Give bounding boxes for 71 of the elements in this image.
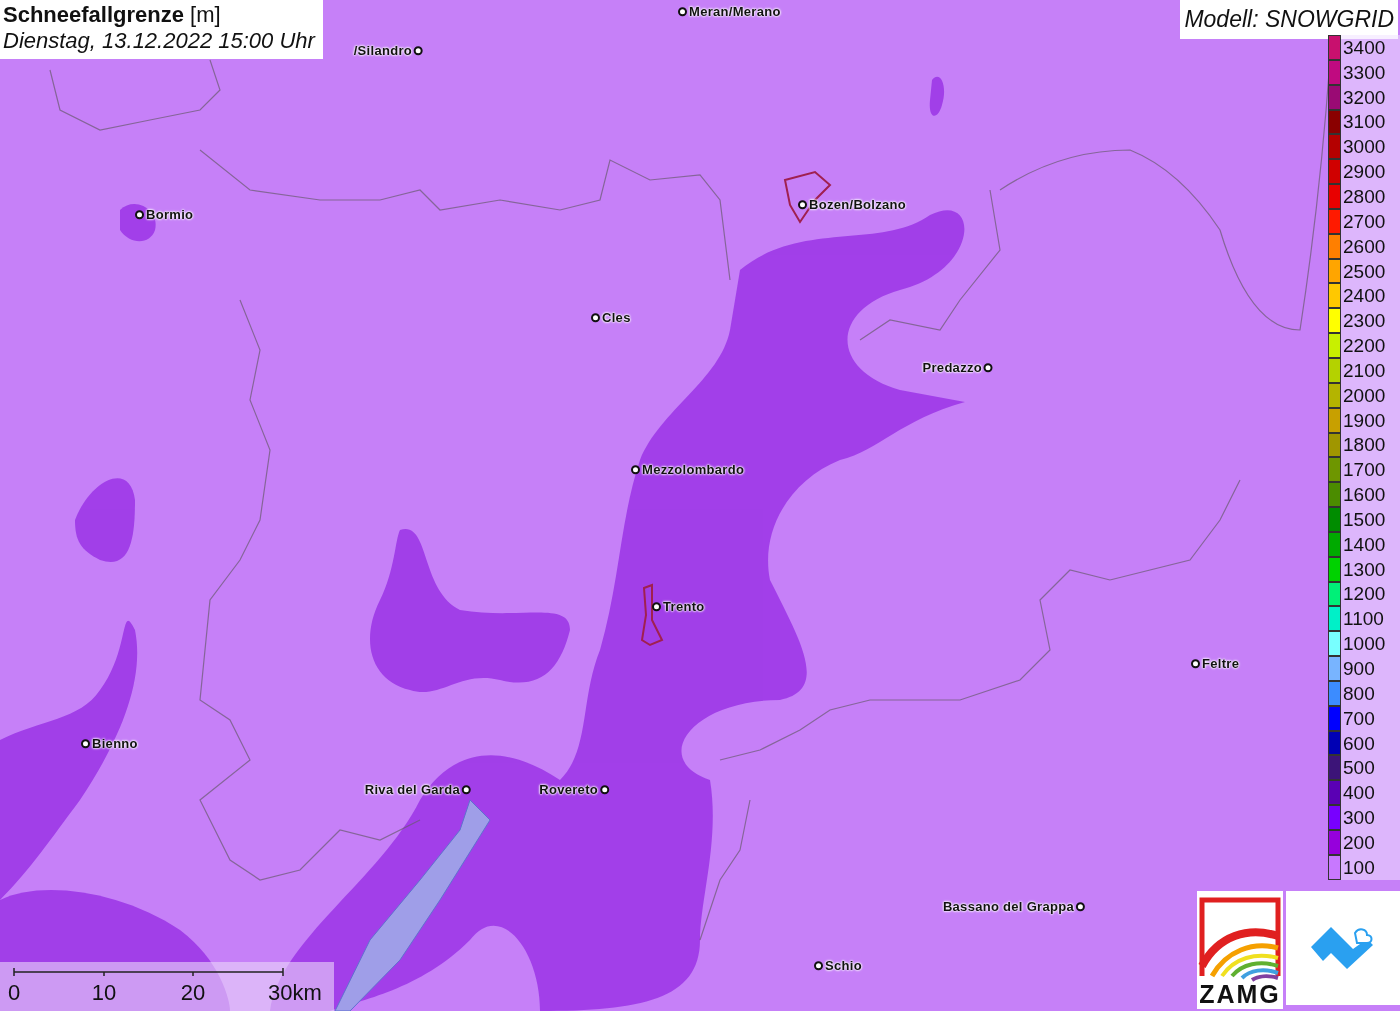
city-marker-icon [814, 961, 823, 971]
city-label: Schio [825, 957, 862, 976]
legend-label: 2000 [1342, 385, 1386, 405]
city-label: Feltre [1202, 655, 1240, 674]
legend-label: 2800 [1342, 187, 1386, 206]
city-label: Mezzolombardo [642, 461, 745, 480]
legend-label: 3200 [1342, 87, 1386, 107]
city-marker-icon [1076, 902, 1085, 912]
scale-label: 10 [91, 982, 117, 1004]
city-label: Trento [663, 598, 705, 617]
legend-label: 2600 [1342, 236, 1386, 256]
city-marker-icon [462, 785, 471, 795]
legend-label: 900 [1342, 659, 1375, 678]
legend-label: 400 [1342, 783, 1375, 803]
logo-text: ZAMG [1199, 982, 1281, 1007]
legend-label: 1300 [1342, 559, 1386, 579]
legend-label: 2500 [1342, 261, 1386, 281]
legend-label: 3400 [1342, 37, 1386, 57]
legend-label: 600 [1342, 733, 1375, 753]
city-label: Bienno [92, 735, 138, 754]
city-label: Bassano del Grappa [942, 898, 1074, 917]
legend-label: 1400 [1342, 534, 1386, 554]
city-label: Riva del Garda [364, 781, 460, 800]
legend-label: 2300 [1342, 311, 1386, 331]
city-marker-icon [414, 46, 423, 56]
legend-label: 1700 [1342, 460, 1386, 480]
model-label: Modell: SNOWGRID [1180, 0, 1398, 39]
legend-label: 1800 [1342, 435, 1386, 455]
legend-label: 2700 [1342, 211, 1386, 231]
city-label: Rovereto [539, 781, 598, 800]
forecast-date: Dienstag, 13.12.2022 15:00 Uhr [3, 28, 315, 55]
legend-label: 2200 [1342, 336, 1386, 356]
legend-label: 300 [1342, 808, 1375, 828]
legend-label: 700 [1342, 708, 1375, 728]
legend-label: 1900 [1342, 410, 1386, 430]
legend-label: 800 [1342, 683, 1375, 703]
scale-label: 30km [268, 982, 322, 1004]
city-label: Bormio [146, 206, 194, 225]
legend-label: 1500 [1342, 509, 1386, 529]
city-marker-icon [678, 7, 687, 17]
legend-label: 2100 [1342, 360, 1386, 380]
map-title: Schneefallgrenze [m] [3, 2, 222, 29]
city-marker-icon [1191, 659, 1200, 669]
city-marker-icon [984, 363, 993, 373]
city-marker-icon [135, 210, 144, 220]
legend-label: 3300 [1342, 62, 1386, 82]
city-marker-icon [81, 739, 90, 749]
scale-label: 20 [180, 982, 206, 1004]
legend-label: 2900 [1342, 162, 1386, 182]
rainbow-logo-icon [1198, 896, 1282, 982]
scale-label: 0 [7, 982, 21, 1004]
city-marker-icon [652, 602, 661, 612]
city-marker-icon [798, 200, 807, 210]
city-label: Bozen/Bolzano [809, 196, 907, 215]
city-label: Meran/Merano [689, 3, 781, 22]
legend-label: 500 [1342, 758, 1375, 778]
city-marker-icon [631, 465, 640, 475]
city-marker-icon [591, 313, 600, 323]
legend-label: 3000 [1342, 137, 1386, 157]
city-label: Predazzo [922, 359, 982, 378]
city-label: /Silandro [353, 42, 412, 61]
legend-label: 100 [1342, 857, 1375, 877]
legend-label: 1100 [1342, 609, 1384, 629]
city-label: Cles [602, 309, 631, 328]
city-marker-icon [600, 785, 609, 795]
legend-label: 3100 [1342, 112, 1386, 132]
legend-label: 1600 [1342, 485, 1386, 505]
legend-label: 200 [1342, 832, 1375, 852]
legend-label: 1000 [1342, 634, 1386, 654]
legend-label: 1200 [1342, 584, 1386, 604]
legend-label: 2400 [1342, 286, 1386, 306]
